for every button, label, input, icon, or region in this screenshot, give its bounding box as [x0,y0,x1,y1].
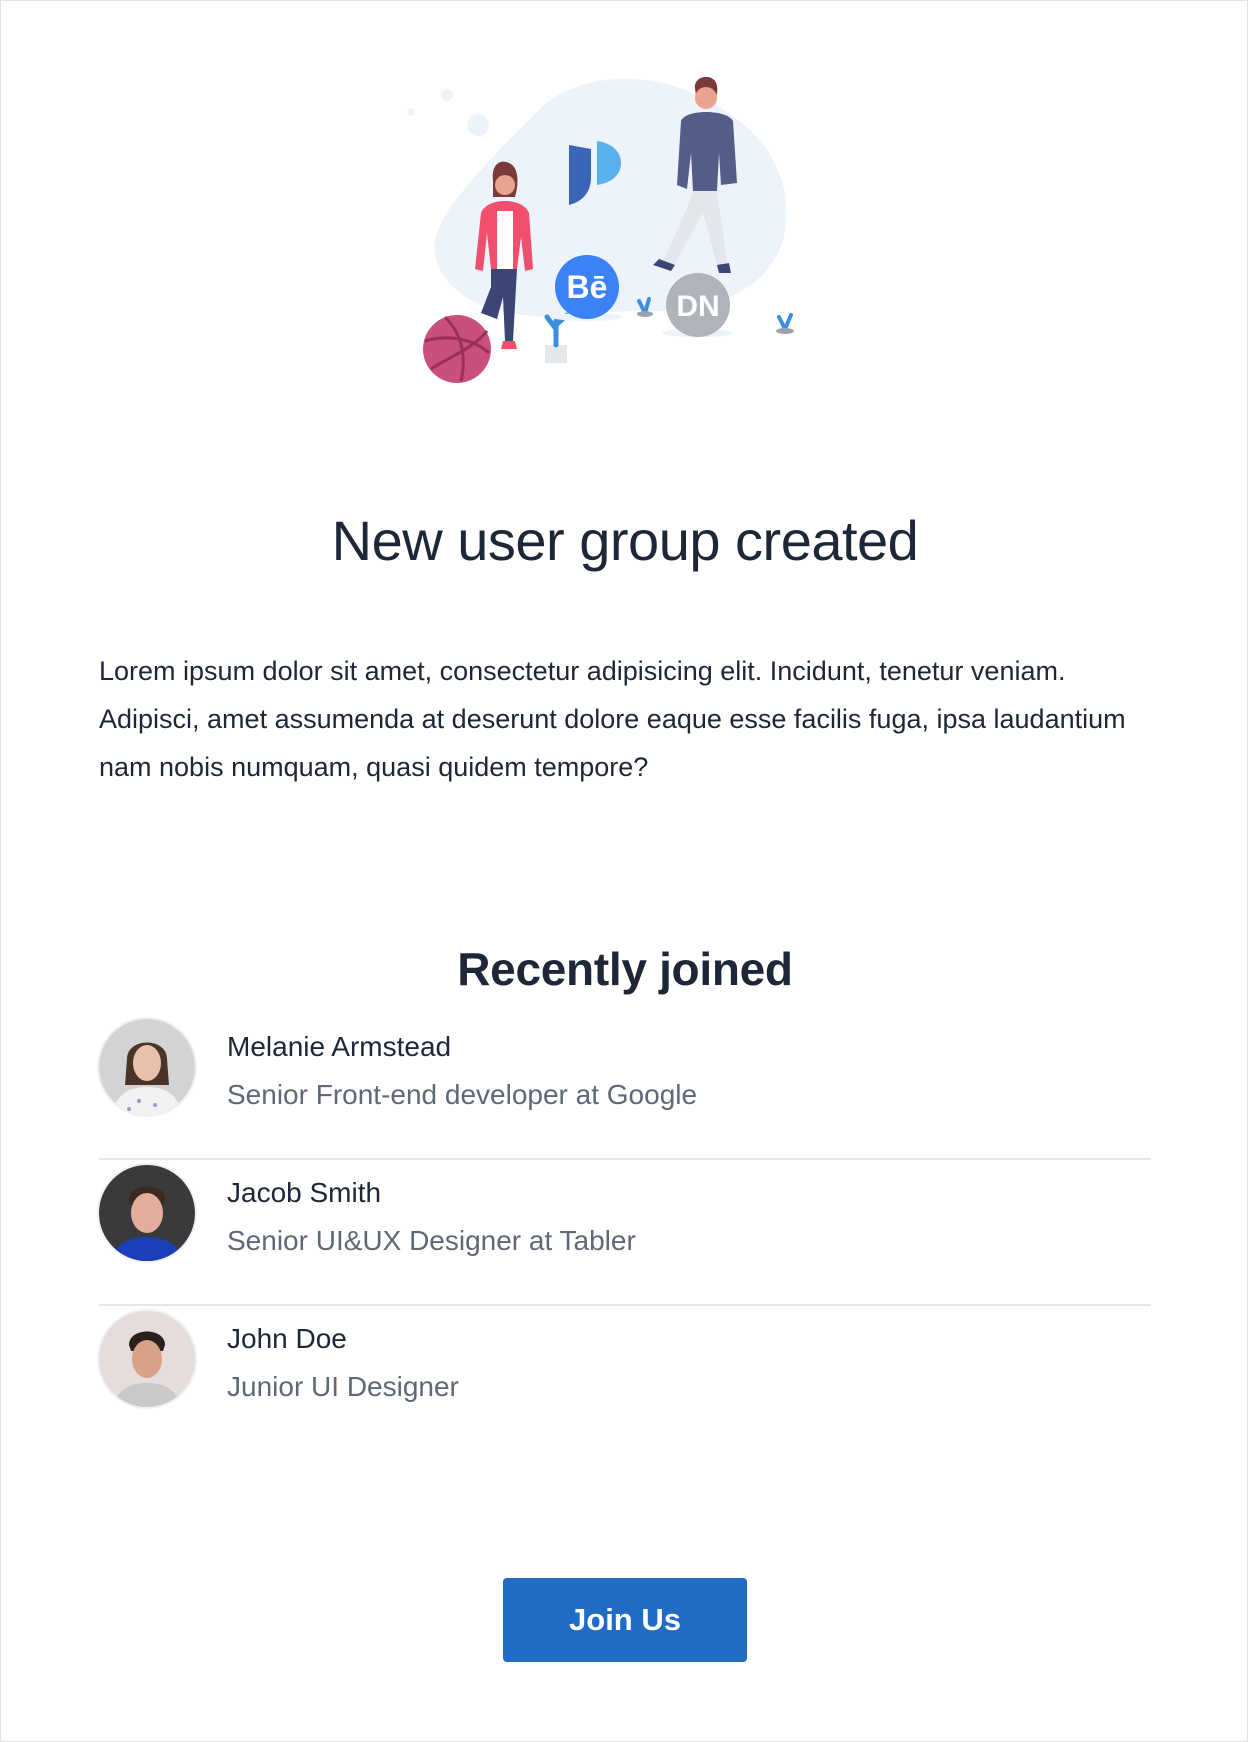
list-item: John Doe Junior UI Designer [99,1306,1151,1450]
list-item: Melanie Armstead Senior Front-end develo… [99,1014,1151,1160]
list-item: Jacob Smith Senior UI&UX Designer at Tab… [99,1160,1151,1306]
svg-text:Bē: Bē [567,269,608,305]
recently-joined-title: Recently joined [457,943,793,996]
email-card: Bē DN New user group created Lorem ipsum… [0,0,1248,1742]
basketball-icon [423,315,491,383]
woman-avatar [99,1019,195,1115]
man-avatar [99,1165,195,1261]
bubble [441,89,453,101]
member-role: Senior Front-end developer at Google [227,1079,698,1110]
bubble [467,114,489,136]
bubble [407,108,415,116]
svg-text:DN: DN [676,290,719,323]
member-name: John Doe [227,1323,347,1354]
join-us-button[interactable]: Join Us [503,1578,747,1662]
hero-illustration: Bē DN [407,76,794,383]
member-name: Melanie Armstead [227,1031,452,1062]
member-name: Jacob Smith [227,1177,382,1208]
member-role: Senior UI&UX Designer at Tabler [227,1225,636,1256]
member-role: Junior UI Designer [227,1371,459,1402]
man-avatar [99,1311,195,1407]
intro-paragraph: Lorem ipsum dolor sit amet, consectetur … [99,656,1126,782]
plant-icon [544,312,570,363]
page-title: New user group created [331,508,919,572]
member-list: Melanie Armstead Senior Front-end develo… [99,1014,1151,1450]
